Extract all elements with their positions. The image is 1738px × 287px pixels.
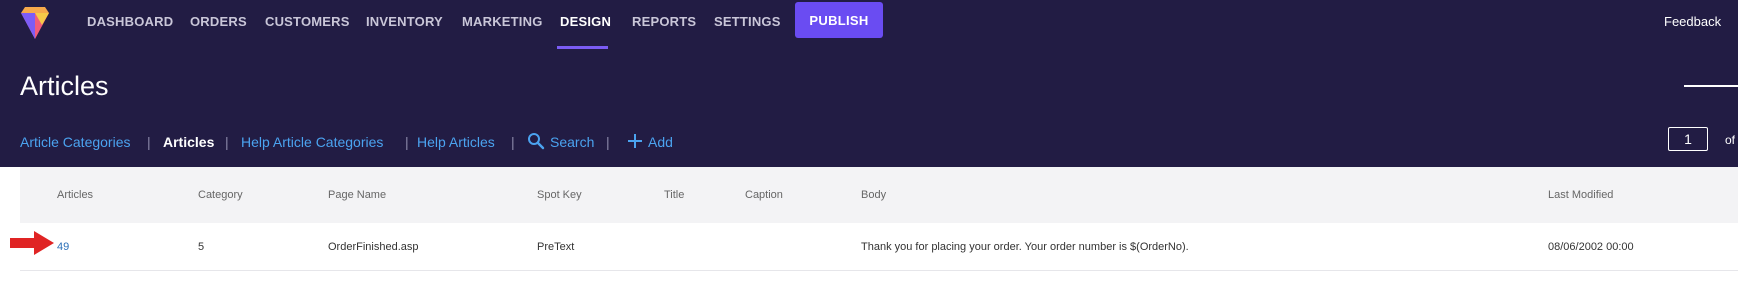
col-spot-key[interactable]: Spot Key (537, 189, 582, 201)
col-last-modified[interactable]: Last Modified (1548, 189, 1613, 201)
cell-category: 5 (198, 241, 205, 253)
nav-reports[interactable]: REPORTS (632, 14, 696, 29)
nav-dashboard[interactable]: DASHBOARD (87, 14, 173, 29)
subnav-article-categories[interactable]: Article Categories (20, 134, 131, 150)
plus-icon[interactable] (626, 132, 644, 150)
cell-article-id[interactable]: 49 (57, 241, 69, 253)
subnav-separator: | (511, 134, 515, 150)
col-category[interactable]: Category (198, 189, 243, 201)
table-header: Articles Category Page Name Spot Key Tit… (20, 167, 1738, 223)
col-articles[interactable]: Articles (57, 189, 93, 201)
top-header: DASHBOARD ORDERS CUSTOMERS INVENTORY MAR… (0, 0, 1738, 167)
col-title[interactable]: Title (664, 189, 684, 201)
table-row[interactable]: 49 5 OrderFinished.asp PreText Thank you… (20, 223, 1738, 271)
nav-settings[interactable]: SETTINGS (714, 14, 781, 29)
cell-page-name: OrderFinished.asp (328, 241, 419, 253)
nav-marketing[interactable]: MARKETING (462, 14, 543, 29)
col-caption[interactable]: Caption (745, 189, 783, 201)
subnav-separator: | (606, 134, 610, 150)
subnav-add[interactable]: Add (648, 134, 673, 150)
page-of-label: of (1725, 133, 1736, 147)
search-icon[interactable] (527, 132, 545, 150)
subnav-separator: | (225, 134, 229, 150)
nav-customers[interactable]: CUSTOMERS (265, 14, 350, 29)
app-logo-icon[interactable] (19, 5, 51, 41)
subnav-help-article-categories[interactable]: Help Article Categories (241, 134, 383, 150)
col-body[interactable]: Body (861, 189, 886, 201)
nav-design[interactable]: DESIGN (560, 14, 611, 29)
publish-button[interactable]: PUBLISH (795, 2, 883, 38)
subnav-separator: | (405, 134, 409, 150)
cell-body: Thank you for placing your order. Your o… (861, 241, 1189, 253)
subnav-articles[interactable]: Articles (163, 134, 214, 150)
subnav-help-articles[interactable]: Help Articles (417, 134, 495, 150)
red-arrow-annotation-icon (10, 231, 54, 255)
articles-table: Articles Category Page Name Spot Key Tit… (20, 167, 1738, 287)
nav-active-indicator (557, 46, 608, 49)
cell-last-modified: 08/06/2002 00:00 (1548, 241, 1634, 253)
page-title: Articles (20, 71, 109, 101)
nav-orders[interactable]: ORDERS (190, 14, 247, 29)
subnav-search[interactable]: Search (550, 134, 594, 150)
feedback-link[interactable]: Feedback (1664, 14, 1721, 29)
subnav-separator: | (147, 134, 151, 150)
page-number-input[interactable]: 1 (1668, 127, 1708, 151)
cell-spot-key: PreText (537, 241, 575, 253)
title-divider (1684, 85, 1738, 87)
nav-inventory[interactable]: INVENTORY (366, 14, 443, 29)
col-page-name[interactable]: Page Name (328, 189, 386, 201)
